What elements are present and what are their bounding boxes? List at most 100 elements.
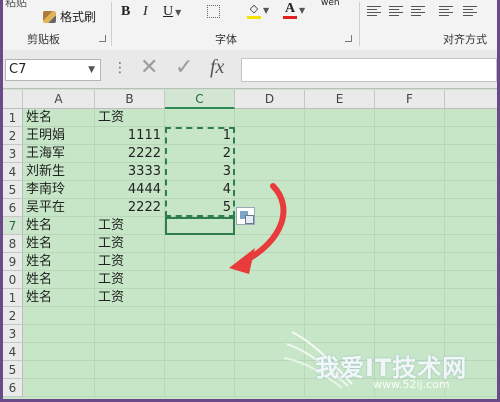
cell[interactable] <box>235 271 305 289</box>
align-right-button[interactable] <box>411 6 425 16</box>
cell[interactable] <box>445 163 497 181</box>
cell[interactable]: 2 <box>165 145 235 163</box>
cell[interactable] <box>95 379 165 397</box>
cell[interactable] <box>235 145 305 163</box>
row-header[interactable]: 6 <box>3 379 23 397</box>
cell[interactable] <box>235 307 305 325</box>
column-header[interactable]: B <box>95 90 165 109</box>
cell[interactable] <box>95 343 165 361</box>
cell[interactable] <box>445 379 497 397</box>
align-center-button[interactable] <box>389 6 403 16</box>
cell[interactable]: 姓名 <box>23 217 95 235</box>
cell[interactable]: 工资 <box>95 235 165 253</box>
cell[interactable]: 5 <box>165 199 235 217</box>
paste-label-cut[interactable]: 粘贴 <box>5 0 27 10</box>
cell[interactable] <box>165 253 235 271</box>
fill-color-button[interactable]: ◇ ▼ <box>247 2 269 19</box>
cell[interactable]: 3 <box>165 163 235 181</box>
cell[interactable]: 姓名 <box>23 253 95 271</box>
format-painter-button[interactable]: 格式刷 <box>43 8 96 25</box>
cell[interactable] <box>165 325 235 343</box>
cell[interactable]: 王海军 <box>23 145 95 163</box>
cell[interactable] <box>235 163 305 181</box>
cell[interactable] <box>445 217 497 235</box>
cell[interactable] <box>445 271 497 289</box>
cell[interactable] <box>235 325 305 343</box>
cell[interactable] <box>165 235 235 253</box>
cell[interactable] <box>95 307 165 325</box>
cell[interactable] <box>23 361 95 379</box>
cell[interactable] <box>165 379 235 397</box>
cell[interactable] <box>375 217 445 235</box>
outdent-button[interactable] <box>463 6 477 16</box>
cell[interactable] <box>235 343 305 361</box>
phonetic-button[interactable]: wén <box>321 0 340 8</box>
cell[interactable] <box>375 289 445 307</box>
cell[interactable] <box>165 109 235 127</box>
cell[interactable] <box>375 181 445 199</box>
cell[interactable] <box>305 289 375 307</box>
cell[interactable] <box>375 253 445 271</box>
cell[interactable] <box>375 271 445 289</box>
cell[interactable] <box>375 199 445 217</box>
cell[interactable] <box>23 307 95 325</box>
name-box[interactable]: C7 ▼ <box>5 59 101 81</box>
row-header[interactable]: 5 <box>3 361 23 379</box>
italic-button[interactable]: I <box>143 4 148 20</box>
cell[interactable] <box>375 379 445 397</box>
cell[interactable] <box>165 217 235 235</box>
row-header[interactable]: 5 <box>3 181 23 199</box>
cell[interactable] <box>445 343 497 361</box>
formula-input[interactable] <box>241 58 497 82</box>
cell[interactable] <box>165 361 235 379</box>
cell[interactable] <box>445 307 497 325</box>
cell[interactable] <box>445 361 497 379</box>
cell[interactable] <box>445 181 497 199</box>
cell[interactable] <box>305 235 375 253</box>
cell[interactable]: 1111 <box>95 127 165 145</box>
cell[interactable]: 2222 <box>95 145 165 163</box>
cell[interactable]: 2222 <box>95 199 165 217</box>
cell[interactable] <box>305 199 375 217</box>
cell[interactable] <box>445 109 497 127</box>
cell[interactable] <box>235 109 305 127</box>
align-left-button[interactable] <box>367 6 381 16</box>
row-header[interactable]: 2 <box>3 307 23 325</box>
cell[interactable] <box>445 289 497 307</box>
underline-button[interactable]: U ▼ <box>163 4 181 20</box>
cell[interactable] <box>305 145 375 163</box>
cell[interactable] <box>375 145 445 163</box>
row-header[interactable]: 8 <box>3 235 23 253</box>
cell[interactable] <box>305 307 375 325</box>
cell[interactable]: 1 <box>165 127 235 145</box>
cell[interactable] <box>375 307 445 325</box>
row-header[interactable]: 6 <box>3 199 23 217</box>
column-header[interactable] <box>445 90 497 109</box>
insert-function-icon[interactable]: fx <box>210 56 224 79</box>
row-header[interactable]: 0 <box>3 271 23 289</box>
select-all-corner[interactable] <box>3 90 23 109</box>
enter-icon[interactable]: ✓ <box>175 55 193 80</box>
cell[interactable]: 李南玲 <box>23 181 95 199</box>
font-launcher-icon[interactable] <box>345 35 352 42</box>
cell[interactable]: 姓名 <box>23 289 95 307</box>
cell[interactable] <box>235 289 305 307</box>
cell[interactable] <box>375 109 445 127</box>
row-header[interactable]: 9 <box>3 253 23 271</box>
cancel-icon[interactable]: ✕ <box>140 55 158 80</box>
cell[interactable] <box>305 361 375 379</box>
cell[interactable] <box>375 361 445 379</box>
cell[interactable]: 王明娟 <box>23 127 95 145</box>
cell[interactable] <box>235 235 305 253</box>
cell[interactable]: 工资 <box>95 217 165 235</box>
row-header[interactable]: 3 <box>3 325 23 343</box>
row-header[interactable]: 2 <box>3 127 23 145</box>
paste-options-icon[interactable] <box>236 207 255 225</box>
cell[interactable] <box>305 217 375 235</box>
cell[interactable] <box>305 127 375 145</box>
spreadsheet-grid[interactable]: A B C D E F 1 姓名 工资 2 王明娟 1111 1 3 王海军 2222 2 4 刘新生 3333 3 5 李… <box>3 90 497 399</box>
cell[interactable] <box>375 325 445 343</box>
cell[interactable]: 姓名 <box>23 271 95 289</box>
cell[interactable] <box>445 127 497 145</box>
cell[interactable]: 吴平在 <box>23 199 95 217</box>
